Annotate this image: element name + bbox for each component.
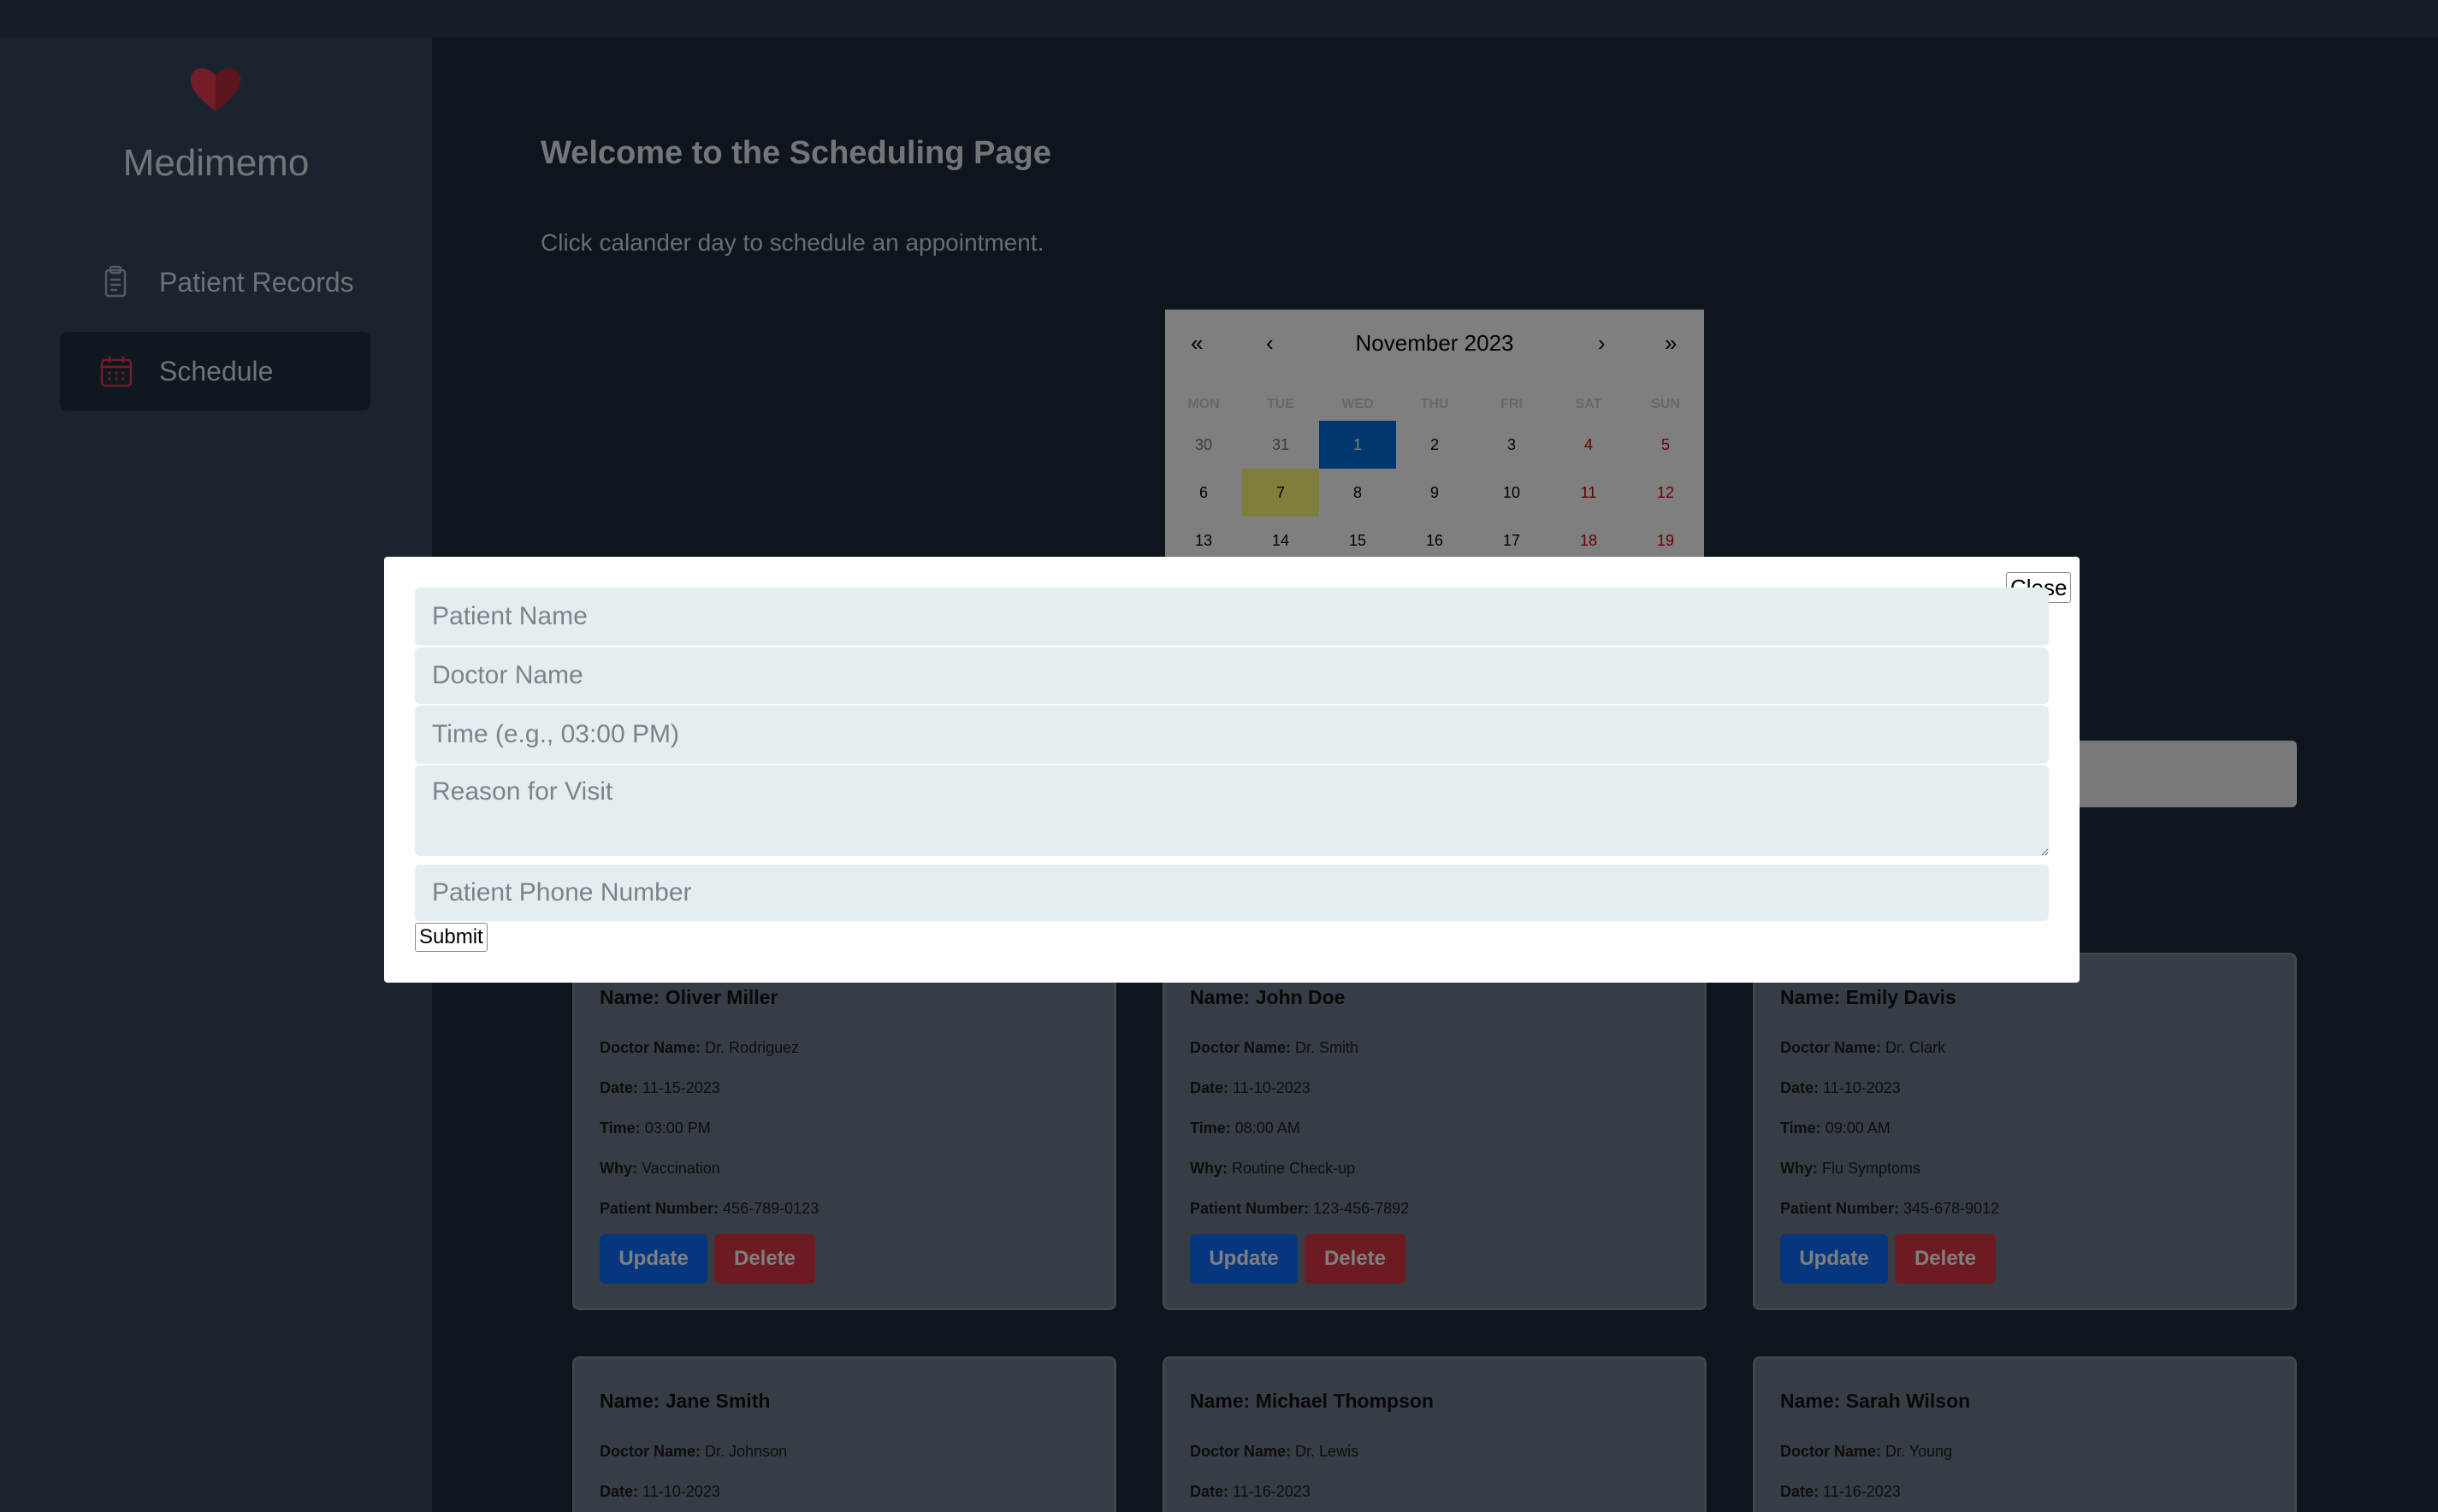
submit-button[interactable]: Submit	[415, 923, 488, 952]
doctor-name-input[interactable]	[415, 647, 2049, 704]
reason-textarea[interactable]	[415, 765, 2049, 856]
patient-name-input[interactable]	[415, 588, 2049, 646]
time-input[interactable]	[415, 706, 2049, 764]
patient-phone-input[interactable]	[415, 865, 2049, 921]
appointment-modal: Close Submit	[384, 557, 2080, 983]
